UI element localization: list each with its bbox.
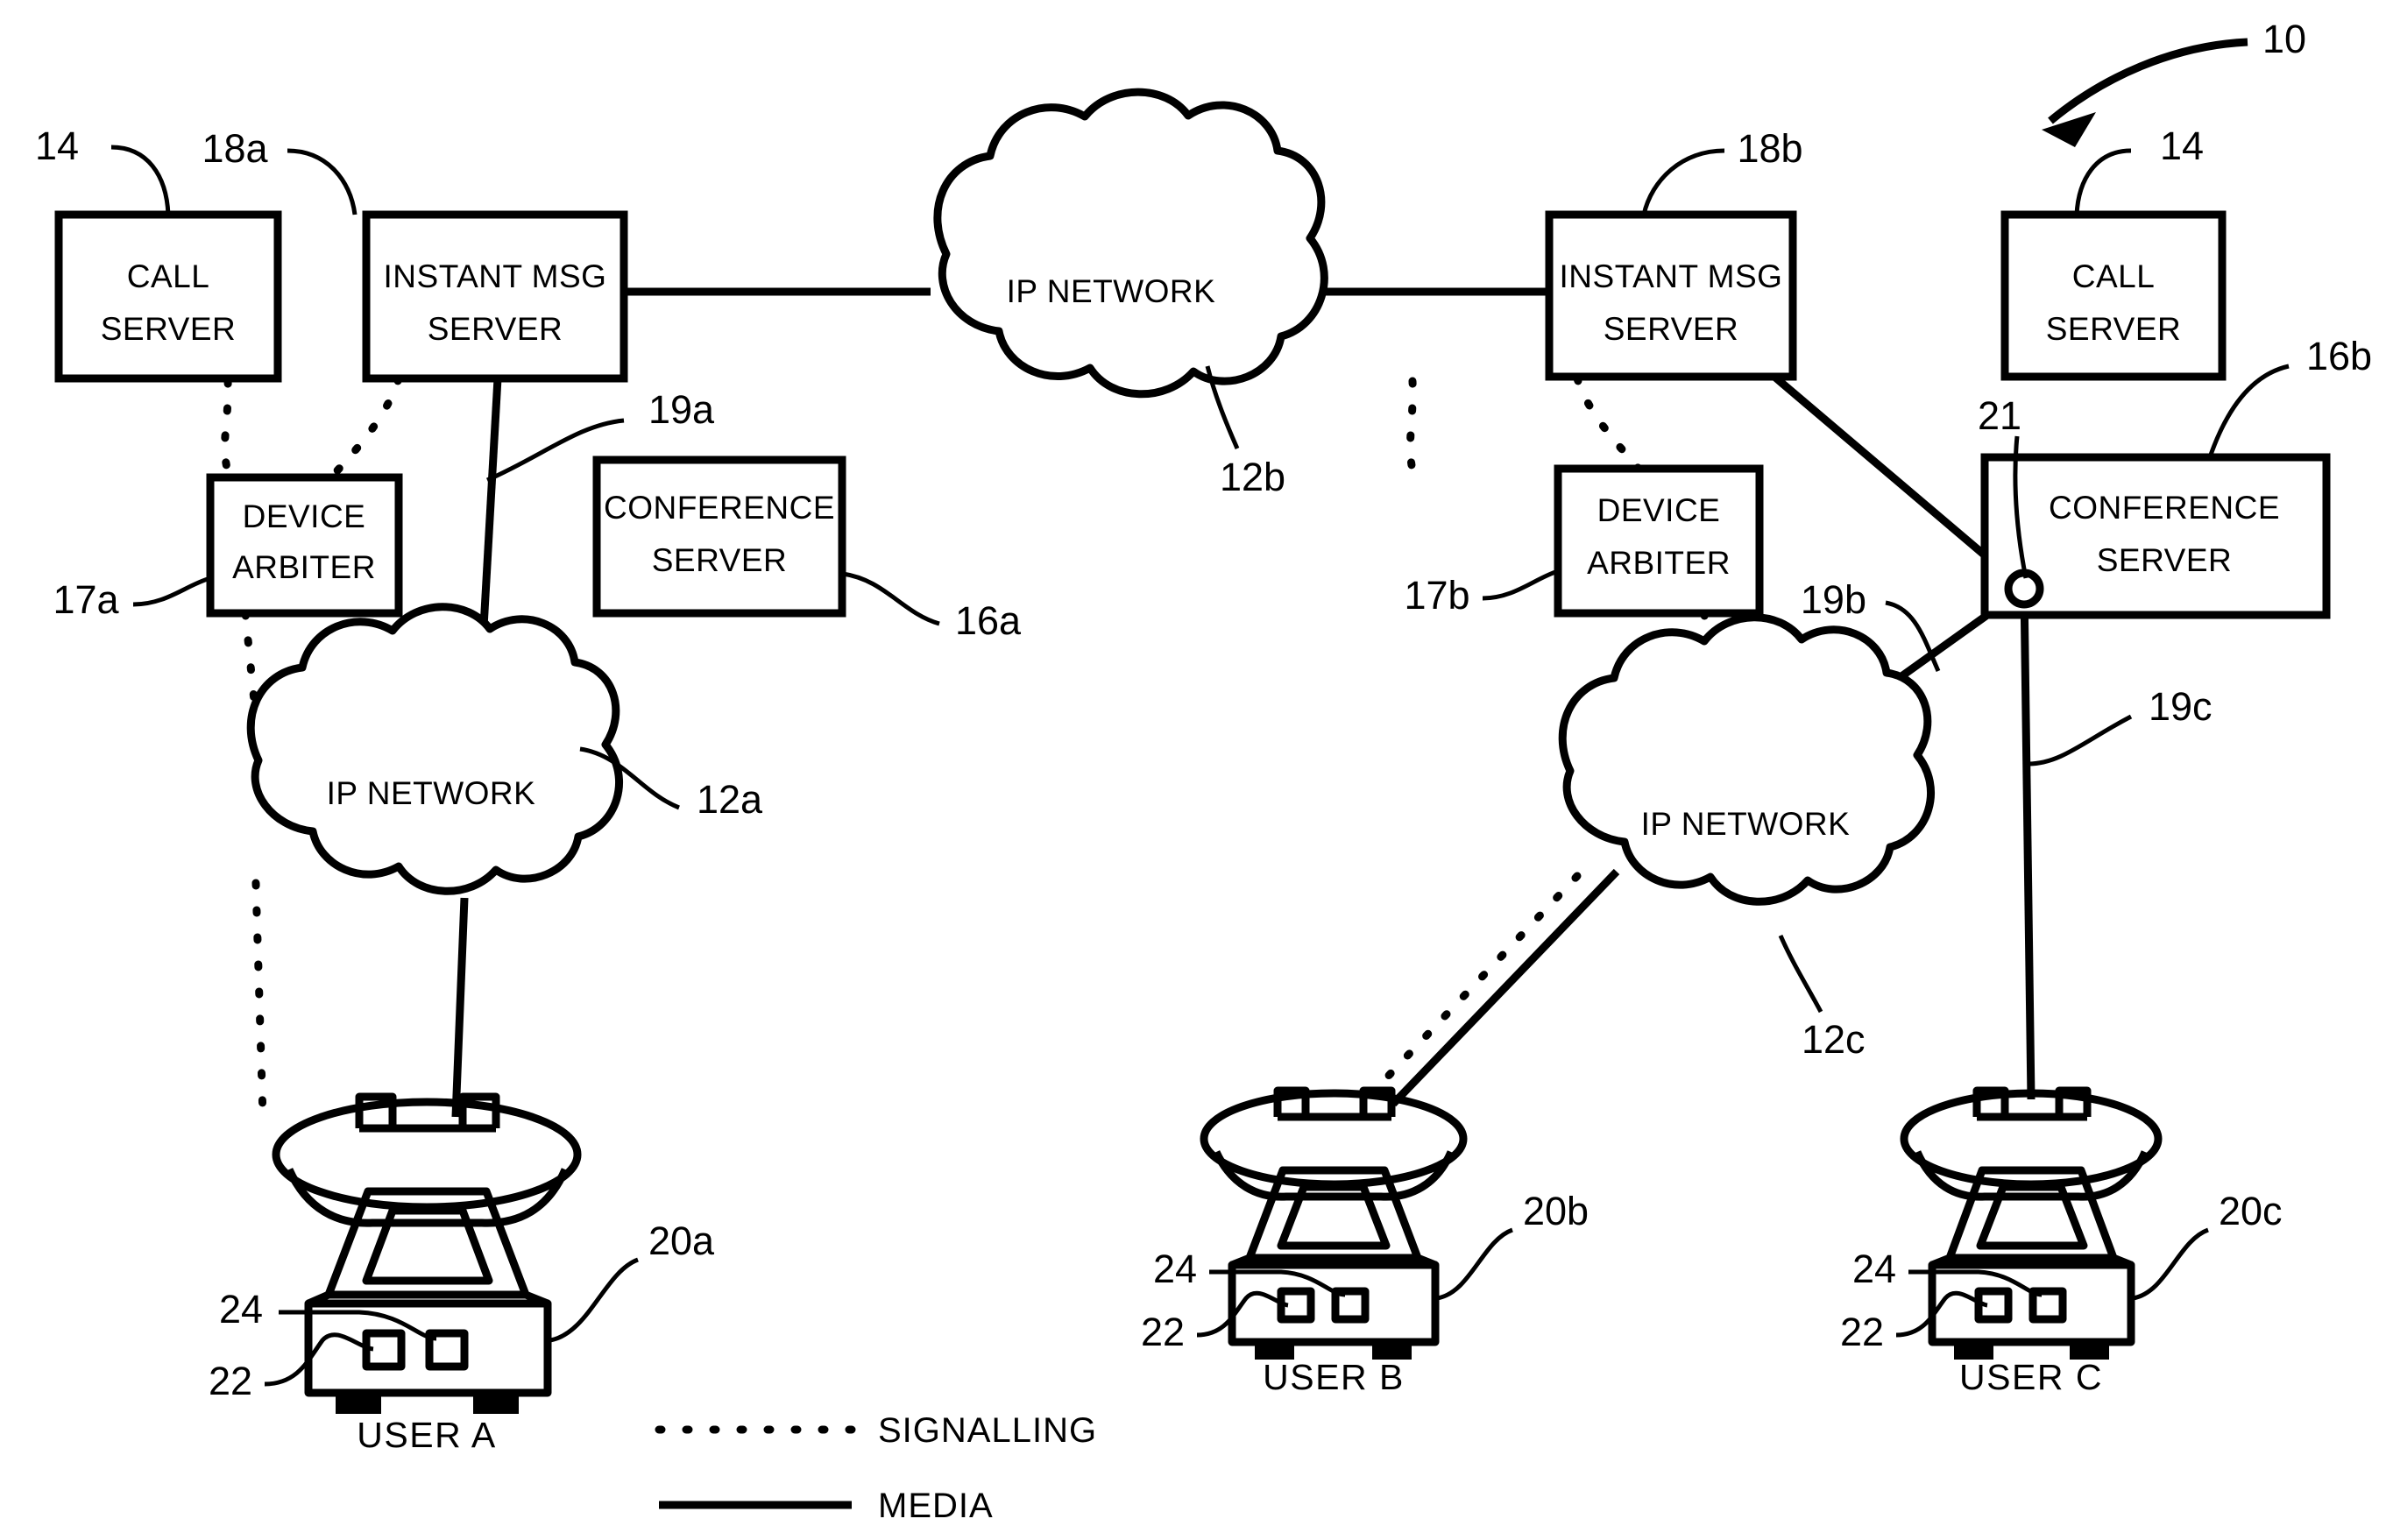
ref-24-a: 24 — [219, 1287, 263, 1332]
telephone-user-b[interactable] — [1200, 1086, 1468, 1360]
conference-server-left-label-line1: CONFERENCE — [604, 490, 835, 526]
ref-18a: 18a — [202, 126, 268, 171]
ip-network-right-cloud — [1558, 613, 1935, 906]
ip-network-left-label: IP NETWORK — [327, 775, 536, 811]
leader-device-arbiter-left — [132, 576, 211, 607]
media-link-19c — [2020, 588, 2036, 1100]
conference-server-left-label-line2: SERVER — [652, 542, 788, 578]
ref-18b: 18b — [1737, 126, 1802, 171]
im-server-left-box[interactable] — [362, 210, 628, 383]
ref-20a: 20a — [648, 1219, 715, 1263]
call-server-left-label-line1: CALL — [127, 258, 210, 294]
ref-17b: 17b — [1404, 573, 1469, 618]
leader-20a — [549, 1257, 639, 1343]
conference-server-right-label-line2: SERVER — [2097, 542, 2233, 578]
ip-network-center-cloud — [933, 88, 1328, 399]
im-server-left-label-line2: SERVER — [428, 311, 563, 347]
ip-network-left-cloud — [246, 603, 623, 895]
ref-16a: 16a — [955, 598, 1022, 643]
signalling-callserver-right-to-arbiter — [1405, 377, 1419, 482]
ref-19b: 19b — [1801, 577, 1866, 622]
legend-media-label: MEDIA — [878, 1487, 994, 1525]
signalling-cloud-left-to-user-a — [251, 879, 267, 1121]
media-cloud-right-to-user-b — [1390, 868, 1620, 1107]
leader-24-a — [279, 1310, 437, 1341]
device-arbiter-left-label-line2: ARBITER — [232, 549, 376, 585]
patent-figure-canvas: CALL SERVER INSTANT MSG SERVER DEVICE AR… — [0, 0, 2386, 1540]
device-arbiter-right-label-line1: DEVICE — [1597, 492, 1721, 528]
ref-20b: 20b — [1523, 1189, 1589, 1233]
im-server-right-label-line2: SERVER — [1604, 311, 1739, 347]
leader-call-server-left — [110, 145, 171, 215]
ip-network-center-label: IP NETWORK — [1007, 273, 1216, 309]
ip-network-right-label: IP NETWORK — [1641, 806, 1851, 842]
user-a-label: USER A — [357, 1415, 496, 1455]
ref-22-a: 22 — [209, 1359, 252, 1403]
ref-20c: 20c — [2219, 1189, 2283, 1233]
signalling-imserver-right-to-arbiter — [1573, 374, 1650, 482]
leader-device-arbiter-right — [1482, 569, 1559, 601]
ref-19c: 19c — [2149, 684, 2213, 729]
ref-19a: 19a — [648, 387, 715, 432]
ref-14-right: 14 — [2160, 124, 2204, 168]
media-cloud-left-to-user-a — [451, 897, 469, 1118]
device-arbiter-right-label-line2: ARBITER — [1587, 545, 1731, 581]
leader-22-b — [1196, 1290, 1289, 1338]
leader-call-server-right — [2074, 148, 2132, 215]
leader-20c — [2132, 1227, 2209, 1301]
ref-22-b: 22 — [1141, 1310, 1185, 1354]
call-server-right-label-line2: SERVER — [2046, 311, 2182, 347]
legend-signalling-label: SIGNALLING — [878, 1411, 1097, 1450]
ref-22-c: 22 — [1840, 1310, 1884, 1354]
conference-server-left-box[interactable] — [592, 456, 846, 618]
leader-ip-network-right — [1778, 934, 1823, 1014]
im-server-right-label-line1: INSTANT MSG — [1560, 258, 1783, 294]
signalling-cloud-right-to-user-b — [1349, 872, 1582, 1117]
im-server-right-box[interactable] — [1545, 210, 1797, 381]
call-server-right-box[interactable] — [2000, 210, 2227, 381]
call-server-left-box[interactable] — [54, 210, 282, 383]
signalling-imserver-left-to-arbiter — [327, 374, 403, 482]
figure-reference-arrow — [2048, 38, 2248, 124]
leader-media-19b — [1885, 600, 1941, 673]
leader-22-c — [1895, 1290, 1988, 1338]
telephone-user-a[interactable] — [272, 1092, 582, 1414]
user-b-label: USER B — [1263, 1357, 1405, 1397]
device-arbiter-right-box[interactable] — [1554, 464, 1764, 618]
leader-conference-server-left — [842, 571, 940, 626]
conference-server-right-label-line1: CONFERENCE — [2049, 490, 2280, 526]
call-server-right-label-line1: CALL — [2072, 258, 2156, 294]
call-server-left-label-line2: SERVER — [101, 311, 237, 347]
leader-im-server-right — [1641, 148, 1725, 215]
ref-24-c: 24 — [1852, 1247, 1896, 1291]
user-c-label: USER C — [1959, 1357, 2103, 1397]
signalling-arbiter-left-to-cloud — [241, 609, 258, 705]
ref-12a: 12a — [697, 777, 763, 822]
ref-12c: 12c — [1802, 1017, 1866, 1062]
ref-24-b: 24 — [1153, 1247, 1197, 1291]
im-server-left-label-line1: INSTANT MSG — [384, 258, 607, 294]
leader-22-a — [264, 1332, 374, 1387]
signalling-callserver-left-to-arbiter — [221, 377, 234, 482]
figure-reference-number: 10 — [2262, 17, 2306, 61]
device-arbiter-left-label-line1: DEVICE — [243, 498, 366, 534]
leader-media-19c — [2028, 714, 2133, 766]
leader-im-server-left — [287, 148, 358, 215]
ref-16b: 16b — [2306, 334, 2372, 378]
ref-21: 21 — [1978, 393, 2021, 438]
ref-17a: 17a — [53, 577, 119, 622]
ref-14-left: 14 — [35, 124, 79, 168]
telephone-user-c[interactable] — [1900, 1086, 2163, 1360]
leader-20b — [1436, 1227, 1513, 1301]
ref-12b: 12b — [1220, 455, 1285, 499]
